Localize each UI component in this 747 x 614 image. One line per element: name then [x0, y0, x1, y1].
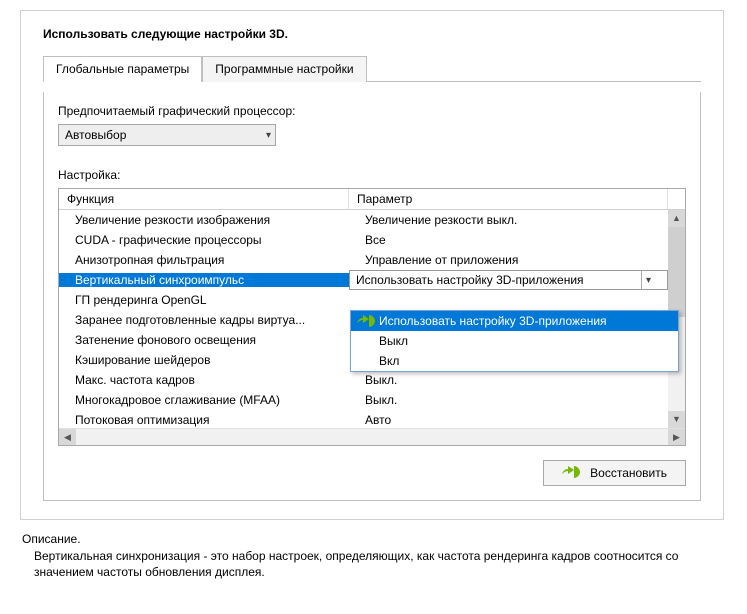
cell-feature: Кэширование шейдеров [59, 353, 349, 367]
grid-row[interactable]: Потоковая оптимизацияАвто [59, 410, 685, 428]
description-block: Описание. Вертикальная синхронизация - э… [22, 532, 726, 580]
column-feature[interactable]: Функция [59, 189, 349, 209]
tab-strip: Глобальные параметры Программные настрой… [43, 55, 701, 82]
scroll-up-icon[interactable]: ▲ [668, 210, 685, 227]
tab-global[interactable]: Глобальные параметры [43, 56, 202, 82]
cell-feature: Заранее подготовленные кадры виртуа... [59, 313, 349, 327]
grid-body: Увеличение резкости изображенияУвеличени… [59, 210, 685, 428]
scroll-right-icon[interactable]: ▶ [668, 429, 685, 445]
chevron-down-icon: ▾ [641, 271, 651, 289]
horizontal-scrollbar[interactable]: ◀ ▶ [59, 428, 685, 445]
grid-row[interactable]: ГП рендеринга OpenGL [59, 290, 685, 310]
grid-row[interactable]: Макс. частота кадровВыкл. [59, 370, 685, 390]
grid-row[interactable]: Вертикальный синхроимпульсИспользовать н… [59, 270, 685, 290]
panel-title: Использовать следующие настройки 3D. [43, 27, 701, 41]
cell-value: Все [349, 233, 668, 247]
cell-feature: Многокадровое сглаживание (MFAA) [59, 393, 349, 407]
chevron-down-icon: ▾ [266, 130, 271, 141]
grid-row[interactable]: Многокадровое сглаживание (MFAA)Выкл. [59, 390, 685, 410]
restore-button[interactable]: Восстановить [543, 460, 686, 486]
cell-feature: Анизотропная фильтрация [59, 253, 349, 267]
grid-row[interactable]: Анизотропная фильтрацияУправление от при… [59, 250, 685, 270]
cell-value: Управление от приложения [349, 253, 668, 267]
gpu-select-value: Автовыбор [65, 128, 126, 142]
dropdown-option[interactable]: Выкл [351, 331, 678, 351]
gpu-label: Предпочитаемый графический процессор: [58, 104, 686, 118]
cell-value-text: Использовать настройку 3D-приложения [356, 273, 584, 287]
cell-value: Увеличение резкости выкл. [349, 213, 668, 227]
grid-row[interactable]: Увеличение резкости изображенияУвеличени… [59, 210, 685, 230]
scroll-thumb[interactable] [668, 227, 685, 317]
description-label: Описание. [22, 532, 726, 546]
dropdown-option[interactable]: Вкл [351, 351, 678, 371]
cell-feature: Макс. частота кадров [59, 373, 349, 387]
scroll-left-icon[interactable]: ◀ [59, 429, 76, 445]
hscroll-track[interactable] [76, 429, 668, 445]
description-text: Вертикальная синхронизация - это набор н… [22, 548, 726, 580]
cell-value: Авто [349, 413, 668, 427]
cell-feature: Увеличение резкости изображения [59, 213, 349, 227]
grid-row[interactable]: CUDA - графические процессорыВсе [59, 230, 685, 250]
tab-program[interactable]: Программные настройки [202, 56, 366, 82]
cell-value[interactable]: Использовать настройку 3D-приложения ▾ [349, 270, 668, 290]
cell-value: Выкл. [349, 373, 668, 387]
value-dropdown: Использовать настройку 3D-приложенияВыкл… [350, 310, 679, 372]
scroll-down-icon[interactable]: ▼ [668, 411, 685, 428]
nvidia-icon [562, 466, 580, 478]
restore-label: Восстановить [590, 466, 667, 480]
settings-label: Настройка: [58, 168, 686, 182]
cell-feature: Вертикальный синхроимпульс [59, 273, 349, 287]
tab-content: Предпочитаемый графический процессор: Ав… [43, 92, 701, 501]
grid-header: Функция Параметр [59, 189, 685, 210]
nvidia-icon [357, 315, 375, 327]
restore-row: Восстановить [58, 460, 686, 486]
cell-feature: ГП рендеринга OpenGL [59, 293, 349, 307]
gpu-select[interactable]: Автовыбор ▾ [58, 124, 276, 146]
cell-feature: CUDA - графические процессоры [59, 233, 349, 247]
cell-value: Выкл. [349, 393, 668, 407]
cell-feature: Затенение фонового освещения [59, 333, 349, 347]
column-value[interactable]: Параметр [349, 189, 668, 209]
settings-grid: Функция Параметр Увеличение резкости изо… [58, 188, 686, 446]
scroll-gutter-head [668, 189, 685, 209]
dropdown-option[interactable]: Использовать настройку 3D-приложения [351, 311, 678, 331]
cell-feature: Потоковая оптимизация [59, 413, 349, 427]
settings-panel: Использовать следующие настройки 3D. Гло… [20, 10, 724, 520]
